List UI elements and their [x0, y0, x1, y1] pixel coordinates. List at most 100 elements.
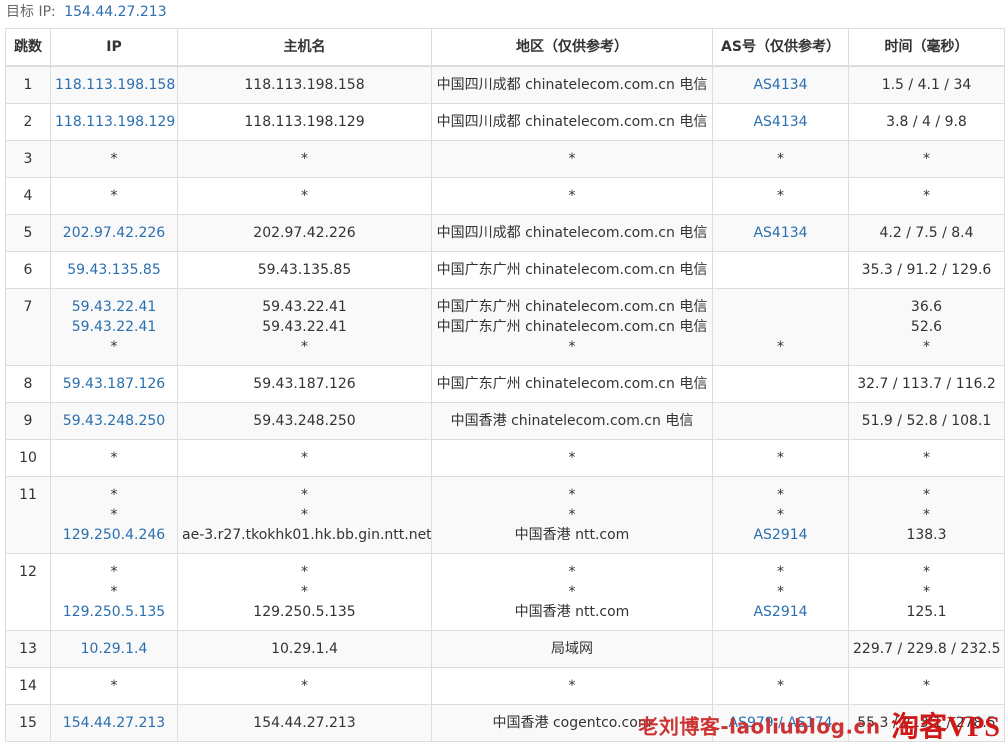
ip-value: *	[110, 450, 118, 466]
as-number-value[interactable]: AS979 / AS174	[717, 713, 844, 733]
ip-cell: *	[50, 667, 178, 705]
region-value: 局域网	[551, 641, 593, 657]
ip-value[interactable]: 59.43.187.126	[55, 374, 173, 394]
hop-number: 3	[5, 140, 51, 178]
hostname-cell: 59.43.248.250	[177, 402, 432, 440]
region-value: 中国广东广州 chinatelecom.com.cn 电信	[436, 376, 708, 392]
ip-value[interactable]: 118.113.198.158	[55, 75, 175, 95]
table-row: 3 * * * * *	[5, 140, 1005, 178]
as-number-cell: *	[712, 439, 849, 477]
ip-value[interactable]: 59.43.22.41	[55, 297, 173, 317]
table-row: 14 * * * * *	[5, 667, 1005, 705]
as-number-cell: * * AS2914	[712, 553, 849, 631]
region-cell: 中国四川成都 chinatelecom.com.cn 电信	[431, 103, 713, 141]
ip-value[interactable]: 202.97.42.226	[55, 223, 173, 243]
hostname-cell: 118.113.198.158	[177, 65, 432, 104]
time-value: 229.7 / 229.8 / 232.5	[853, 641, 1001, 657]
as-number-cell: *	[712, 667, 849, 705]
hostname-value: *	[301, 584, 308, 600]
as-number-cell	[712, 630, 849, 668]
hostname-cell: *	[177, 140, 432, 178]
as-number-value[interactable]: AS4134	[717, 112, 844, 132]
region-cell: 中国广东广州 chinatelecom.com.cn 电信	[431, 365, 713, 403]
time-cell: *	[848, 140, 1005, 178]
hostname-value: 202.97.42.226	[253, 225, 356, 241]
as-number-cell: AS4134	[712, 214, 849, 252]
as-number-value: *	[777, 584, 784, 600]
as-number-value[interactable]: AS2914	[717, 602, 844, 622]
region-value: *	[568, 188, 576, 204]
hostname-cell: 10.29.1.4	[177, 630, 432, 668]
hop-number: 14	[5, 667, 51, 705]
table-row: 6 59.43.135.85 59.43.135.85 中国广东广州 chinatel…	[5, 251, 1005, 289]
ip-value[interactable]: 118.113.198.129	[55, 112, 175, 132]
as-number-cell: AS979 / AS174	[712, 704, 849, 742]
ip-value[interactable]: 59.43.135.85	[55, 260, 173, 280]
region-value: 中国四川成都 chinatelecom.com.cn 电信	[436, 77, 708, 93]
table-header-row: 跳数 IP 主机名 地区（仅供参考） AS号（仅供参考） 时间（毫秒）	[5, 28, 1005, 67]
as-number-value: *	[777, 487, 784, 503]
time-value: 52.6	[910, 319, 943, 335]
hop-number: 2	[5, 103, 51, 141]
region-cell: 中国广东广州 chinatelecom.com.cn 电信	[431, 251, 713, 289]
as-number-cell: *	[712, 140, 849, 178]
region-value: 中国广东广州 chinatelecom.com.cn 电信	[436, 262, 708, 278]
table-row: 15 154.44.27.213 154.44.27.213 中国香港 cogentc…	[5, 704, 1005, 742]
hop-number: 11	[5, 476, 51, 554]
ip-cell: 59.43.248.250	[50, 402, 178, 440]
as-number-value[interactable]: AS4134	[717, 75, 844, 95]
target-ip-label: 目标 IP:	[6, 4, 56, 20]
ip-value[interactable]: 129.250.5.135	[55, 602, 173, 622]
ip-value: *	[110, 678, 118, 694]
hostname-value: 118.113.198.129	[244, 114, 365, 130]
hop-number: 4	[5, 177, 51, 215]
ip-value: *	[110, 151, 118, 167]
region-cell: * * 中国香港 ntt.com	[431, 553, 713, 631]
as-number-value: *	[777, 678, 784, 694]
hostname-cell: * * 129.250.5.135	[177, 553, 432, 631]
as-number-value: *	[777, 564, 784, 580]
time-value: 125.1	[906, 604, 947, 620]
hostname-value: ae-3.r27.tkokhk01.hk.bb.gin.ntt.net	[182, 527, 432, 543]
hostname-value: *	[301, 339, 308, 355]
table-row: 11 * * 129.250.4.246 * * ae-3.r27.tkokhk01.hk.…	[5, 476, 1005, 554]
ip-value[interactable]: 59.43.22.41	[55, 317, 173, 337]
ip-value: *	[110, 584, 118, 600]
as-number-value	[717, 411, 844, 431]
as-number-cell: * * AS2914	[712, 476, 849, 554]
target-ip-value[interactable]: 154.44.27.213	[64, 4, 166, 20]
time-value: *	[923, 507, 930, 523]
time-cell: 3.8 / 4 / 9.8	[848, 103, 1005, 141]
ip-cell: 118.113.198.129	[50, 103, 178, 141]
ip-value[interactable]: 59.43.248.250	[55, 411, 173, 431]
time-value: 32.7 / 113.7 / 116.2	[857, 376, 996, 392]
target-ip-line: 目标 IP: 154.44.27.213	[6, 1, 167, 23]
hostname-value: 59.43.22.41	[262, 299, 347, 315]
as-number-value: *	[777, 507, 784, 523]
time-cell: 36.6 52.6 *	[848, 288, 1005, 366]
hostname-cell: *	[177, 439, 432, 477]
hostname-value: 10.29.1.4	[271, 641, 338, 657]
as-number-cell	[712, 402, 849, 440]
time-cell: * * 125.1	[848, 553, 1005, 631]
time-value: 35.3 / 91.2 / 129.6	[861, 262, 992, 278]
ip-value[interactable]: 154.44.27.213	[55, 713, 173, 733]
hop-number: 13	[5, 630, 51, 668]
as-number-value[interactable]: AS2914	[717, 525, 844, 545]
hop-number: 10	[5, 439, 51, 477]
ip-cell: *	[50, 439, 178, 477]
ip-cell: *	[50, 177, 178, 215]
ip-value[interactable]: 10.29.1.4	[55, 639, 173, 659]
region-value: *	[568, 151, 576, 167]
table-row: 5 202.97.42.226 202.97.42.226 中国四川成都 chinat…	[5, 214, 1005, 252]
region-cell: *	[431, 439, 713, 477]
time-cell: 1.5 / 4.1 / 34	[848, 65, 1005, 104]
region-value: 中国广东广州 chinatelecom.com.cn 电信	[436, 319, 708, 335]
region-cell: *	[431, 140, 713, 178]
as-number-value[interactable]: AS4134	[717, 223, 844, 243]
ip-value[interactable]: 129.250.4.246	[55, 525, 173, 545]
time-value: 36.6	[910, 299, 943, 315]
region-cell: *	[431, 667, 713, 705]
region-cell: 中国四川成都 chinatelecom.com.cn 电信	[431, 214, 713, 252]
region-value: *	[568, 339, 576, 355]
